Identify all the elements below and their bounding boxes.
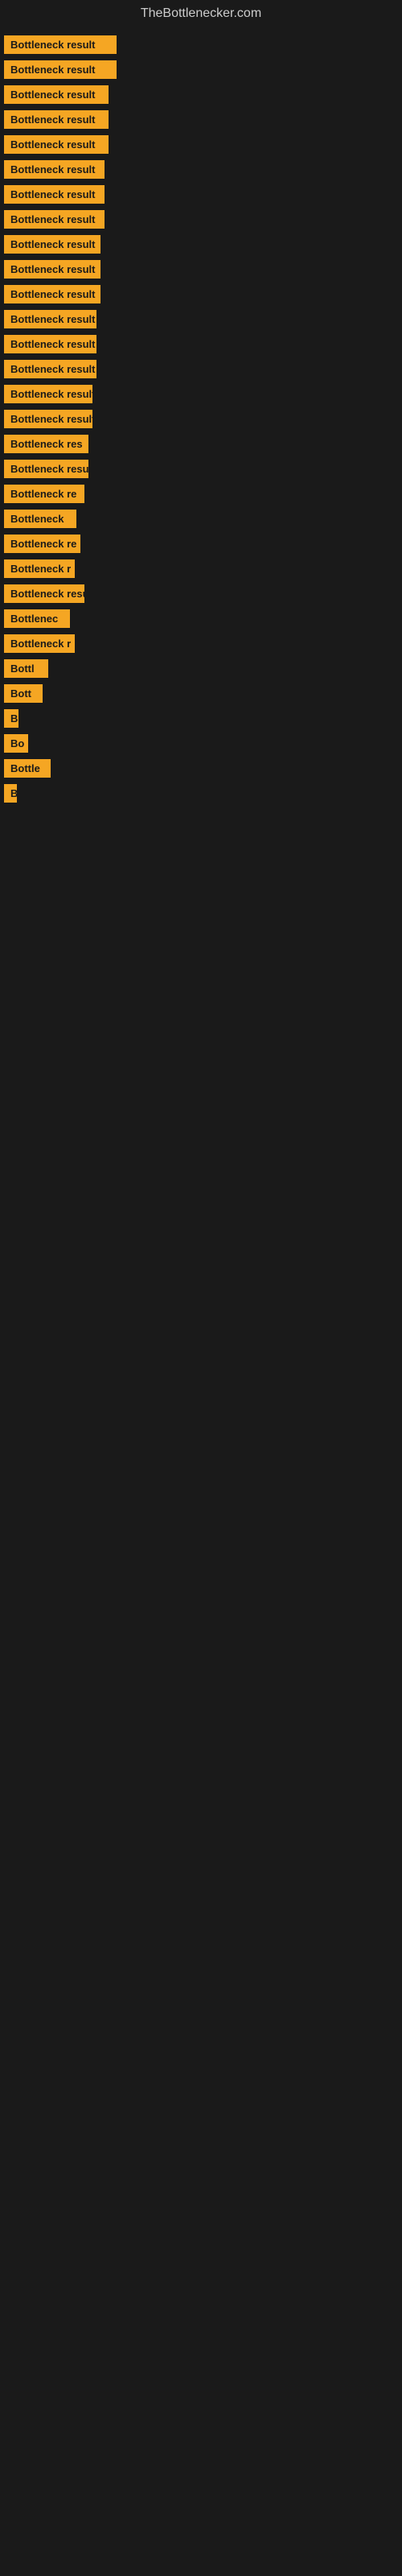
- bottleneck-result-label[interactable]: Bott: [4, 684, 43, 703]
- bottleneck-result-label[interactable]: Bottleneck result: [4, 135, 109, 154]
- list-item: Bottleneck result: [4, 85, 398, 104]
- bottleneck-result-label[interactable]: Bottleneck result: [4, 410, 92, 428]
- bottleneck-result-label[interactable]: Bottleneck re: [4, 485, 84, 503]
- list-item: Bo: [4, 734, 398, 753]
- bottleneck-result-label[interactable]: Bo: [4, 734, 28, 753]
- list-item: Bottl: [4, 659, 398, 678]
- site-title: TheBottlenecker.com: [0, 0, 402, 27]
- list-item: Bottleneck result: [4, 110, 398, 129]
- bottleneck-result-label[interactable]: Bottleneck result: [4, 160, 105, 179]
- items-container: Bottleneck result Bottleneck result Bottle…: [0, 27, 402, 817]
- bottleneck-result-label[interactable]: Bottleneck result: [4, 385, 92, 403]
- list-item: Bottleneck result: [4, 285, 398, 303]
- list-item: Bottleneck result: [4, 135, 398, 154]
- bottleneck-result-label[interactable]: Bottleneck: [4, 510, 76, 528]
- bottleneck-result-label[interactable]: Bottleneck result: [4, 460, 88, 478]
- bottleneck-result-label[interactable]: B: [4, 784, 17, 803]
- list-item: Bottleneck r: [4, 559, 398, 578]
- bottleneck-result-label[interactable]: Bottleneck r: [4, 559, 75, 578]
- list-item: Bottleneck resu: [4, 584, 398, 603]
- list-item: Bottleneck result: [4, 160, 398, 179]
- list-item: Bottleneck r: [4, 634, 398, 653]
- list-item: Bottle: [4, 759, 398, 778]
- bottleneck-result-label[interactable]: B: [4, 709, 18, 728]
- bottleneck-result-label[interactable]: Bottleneck result: [4, 310, 96, 328]
- list-item: Bott: [4, 684, 398, 703]
- list-item: Bottleneck result: [4, 60, 398, 79]
- bottleneck-result-label[interactable]: Bottleneck re: [4, 535, 80, 553]
- bottleneck-result-label[interactable]: Bottlenec: [4, 609, 70, 628]
- bottleneck-result-label[interactable]: Bottl: [4, 659, 48, 678]
- list-item: Bottleneck result: [4, 210, 398, 229]
- list-item: Bottleneck re: [4, 535, 398, 553]
- bottleneck-result-label[interactable]: Bottleneck result: [4, 260, 100, 279]
- bottleneck-result-label[interactable]: Bottleneck resu: [4, 584, 84, 603]
- list-item: B: [4, 784, 398, 803]
- bottleneck-result-label[interactable]: Bottleneck result: [4, 360, 96, 378]
- list-item: Bottleneck res: [4, 435, 398, 453]
- list-item: Bottleneck result: [4, 410, 398, 428]
- list-item: Bottleneck result: [4, 385, 398, 403]
- bottleneck-result-label[interactable]: Bottleneck result: [4, 35, 117, 54]
- site-title-text: TheBottlenecker.com: [141, 6, 261, 20]
- bottleneck-result-label[interactable]: Bottleneck result: [4, 185, 105, 204]
- bottleneck-result-label[interactable]: Bottleneck result: [4, 335, 96, 353]
- bottleneck-result-label[interactable]: Bottleneck result: [4, 110, 109, 129]
- bottleneck-result-label[interactable]: Bottleneck result: [4, 60, 117, 79]
- list-item: Bottleneck result: [4, 185, 398, 204]
- list-item: Bottleneck result: [4, 360, 398, 378]
- bottleneck-result-label[interactable]: Bottleneck r: [4, 634, 75, 653]
- bottleneck-result-label[interactable]: Bottleneck result: [4, 235, 100, 254]
- list-item: Bottlenec: [4, 609, 398, 628]
- bottleneck-result-label[interactable]: Bottleneck result: [4, 285, 100, 303]
- list-item: Bottleneck result: [4, 335, 398, 353]
- list-item: Bottleneck result: [4, 235, 398, 254]
- list-item: Bottleneck result: [4, 260, 398, 279]
- list-item: Bottleneck result: [4, 310, 398, 328]
- list-item: Bottleneck re: [4, 485, 398, 503]
- list-item: Bottleneck: [4, 510, 398, 528]
- bottleneck-result-label[interactable]: Bottleneck res: [4, 435, 88, 453]
- list-item: Bottleneck result: [4, 35, 398, 54]
- list-item: Bottleneck result: [4, 460, 398, 478]
- list-item: B: [4, 709, 398, 728]
- bottleneck-result-label[interactable]: Bottleneck result: [4, 210, 105, 229]
- bottleneck-result-label[interactable]: Bottleneck result: [4, 85, 109, 104]
- bottleneck-result-label[interactable]: Bottle: [4, 759, 51, 778]
